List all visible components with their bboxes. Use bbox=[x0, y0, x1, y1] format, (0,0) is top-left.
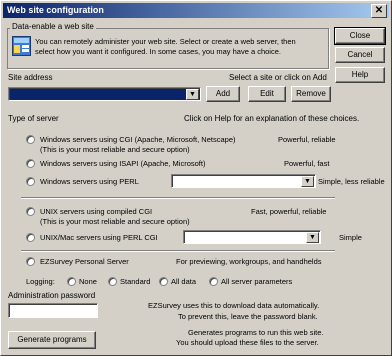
window-title: Web site configuration bbox=[7, 5, 104, 15]
remove-site-button[interactable]: Remove bbox=[291, 86, 331, 102]
data-enable-group-label: Data-enable a web site bbox=[10, 22, 96, 31]
cancel-button[interactable]: Cancel bbox=[335, 47, 385, 63]
close-window-button[interactable]: ✕ bbox=[371, 4, 387, 18]
option-unix-perl-label: UNIX/Mac servers using PERL CGI bbox=[40, 233, 158, 242]
data-enable-text-line2: select how you want it configured. In so… bbox=[35, 47, 281, 56]
help-button[interactable]: Help bbox=[335, 67, 385, 83]
admin-password-label: Administration password bbox=[8, 291, 96, 300]
add-site-button[interactable]: Add bbox=[206, 86, 240, 102]
radio-logging-all-parameters[interactable] bbox=[209, 277, 218, 286]
radio-logging-standard[interactable] bbox=[108, 277, 117, 286]
option-unix-cgi-note: (This is your most reliable and secure o… bbox=[40, 217, 190, 226]
admin-info-line2: To prevent this, leave the password blan… bbox=[178, 312, 318, 321]
option-windows-isapi-label: Windows servers using ISAPI (Apache, Mic… bbox=[40, 159, 206, 168]
server-type-label: Type of server bbox=[8, 114, 59, 123]
option-unix-cgi-label: UNIX servers using compiled CGI bbox=[40, 207, 153, 216]
logging-label: Logging: bbox=[26, 277, 55, 286]
close-button[interactable]: Close bbox=[334, 27, 386, 45]
option-unix-perl-desc: Simple bbox=[339, 233, 362, 242]
option-windows-isapi-desc: Powerful, fast bbox=[284, 159, 330, 168]
chevron-down-icon[interactable]: ▼ bbox=[186, 89, 199, 100]
radio-windows-cgi[interactable] bbox=[26, 135, 35, 144]
website-icon bbox=[12, 36, 31, 56]
radio-logging-all-data[interactable] bbox=[159, 277, 168, 286]
site-address-hint: Select a site or click on Add bbox=[229, 73, 327, 82]
radio-unix-cgi[interactable] bbox=[26, 207, 35, 216]
radio-windows-perl[interactable] bbox=[26, 177, 35, 186]
title-bar: Web site configuration ✕ bbox=[3, 3, 389, 18]
radio-logging-none[interactable] bbox=[67, 277, 76, 286]
close-icon: ✕ bbox=[374, 5, 384, 16]
logging-all-parameters-label: All server parameters bbox=[221, 277, 293, 286]
admin-password-input[interactable] bbox=[8, 303, 98, 318]
option-ezsurvey-server-label: EZSurvey Personal Server bbox=[40, 257, 129, 266]
generate-programs-button[interactable]: Generate programs bbox=[8, 331, 96, 349]
server-type-hint: Click on Help for an explanation of thes… bbox=[184, 114, 360, 123]
chevron-down-icon[interactable]: ▼ bbox=[306, 232, 319, 243]
logging-all-data-label: All data bbox=[171, 277, 197, 286]
windows-perl-select[interactable]: ▼ bbox=[171, 174, 316, 188]
chevron-down-icon[interactable]: ▼ bbox=[301, 176, 314, 187]
option-unix-cgi-desc: Fast, powerful, reliable bbox=[251, 207, 327, 216]
option-windows-cgi-label: Windows servers using CGI (Apache, Micro… bbox=[40, 135, 236, 144]
option-ezsurvey-server-desc: For previewing, workgroups, and handheld… bbox=[176, 257, 322, 266]
data-enable-text-line1: You can remotely administer your web sit… bbox=[35, 37, 296, 46]
option-windows-cgi-desc: Powerful, reliable bbox=[278, 135, 336, 144]
divider bbox=[21, 197, 335, 199]
logging-standard-label: Standard bbox=[120, 277, 151, 286]
radio-ezsurvey-server[interactable] bbox=[26, 257, 35, 266]
radio-unix-perl[interactable] bbox=[26, 233, 35, 242]
generate-info-line2: You should upload these files to the ser… bbox=[176, 338, 319, 347]
admin-info-line1: EZSurvey uses this to download data auto… bbox=[148, 301, 320, 310]
radio-windows-isapi[interactable] bbox=[26, 159, 35, 168]
site-address-label: Site address bbox=[8, 73, 53, 82]
option-windows-perl-label: Windows servers using PERL bbox=[40, 177, 139, 186]
dialog-window: Web site configuration ✕ Close Cancel He… bbox=[0, 0, 392, 356]
unix-perl-select[interactable]: ▼ bbox=[183, 230, 321, 244]
divider bbox=[21, 250, 335, 252]
site-address-select[interactable]: ▼ bbox=[8, 87, 201, 101]
option-windows-cgi-note: (This is your most reliable and secure o… bbox=[40, 145, 190, 154]
edit-site-button[interactable]: Edit bbox=[248, 86, 286, 102]
logging-none-label: None bbox=[79, 277, 97, 286]
generate-info-line1: Generates programs to run this web site. bbox=[188, 328, 324, 337]
option-windows-perl-desc: Simple, less reliable bbox=[318, 177, 385, 186]
